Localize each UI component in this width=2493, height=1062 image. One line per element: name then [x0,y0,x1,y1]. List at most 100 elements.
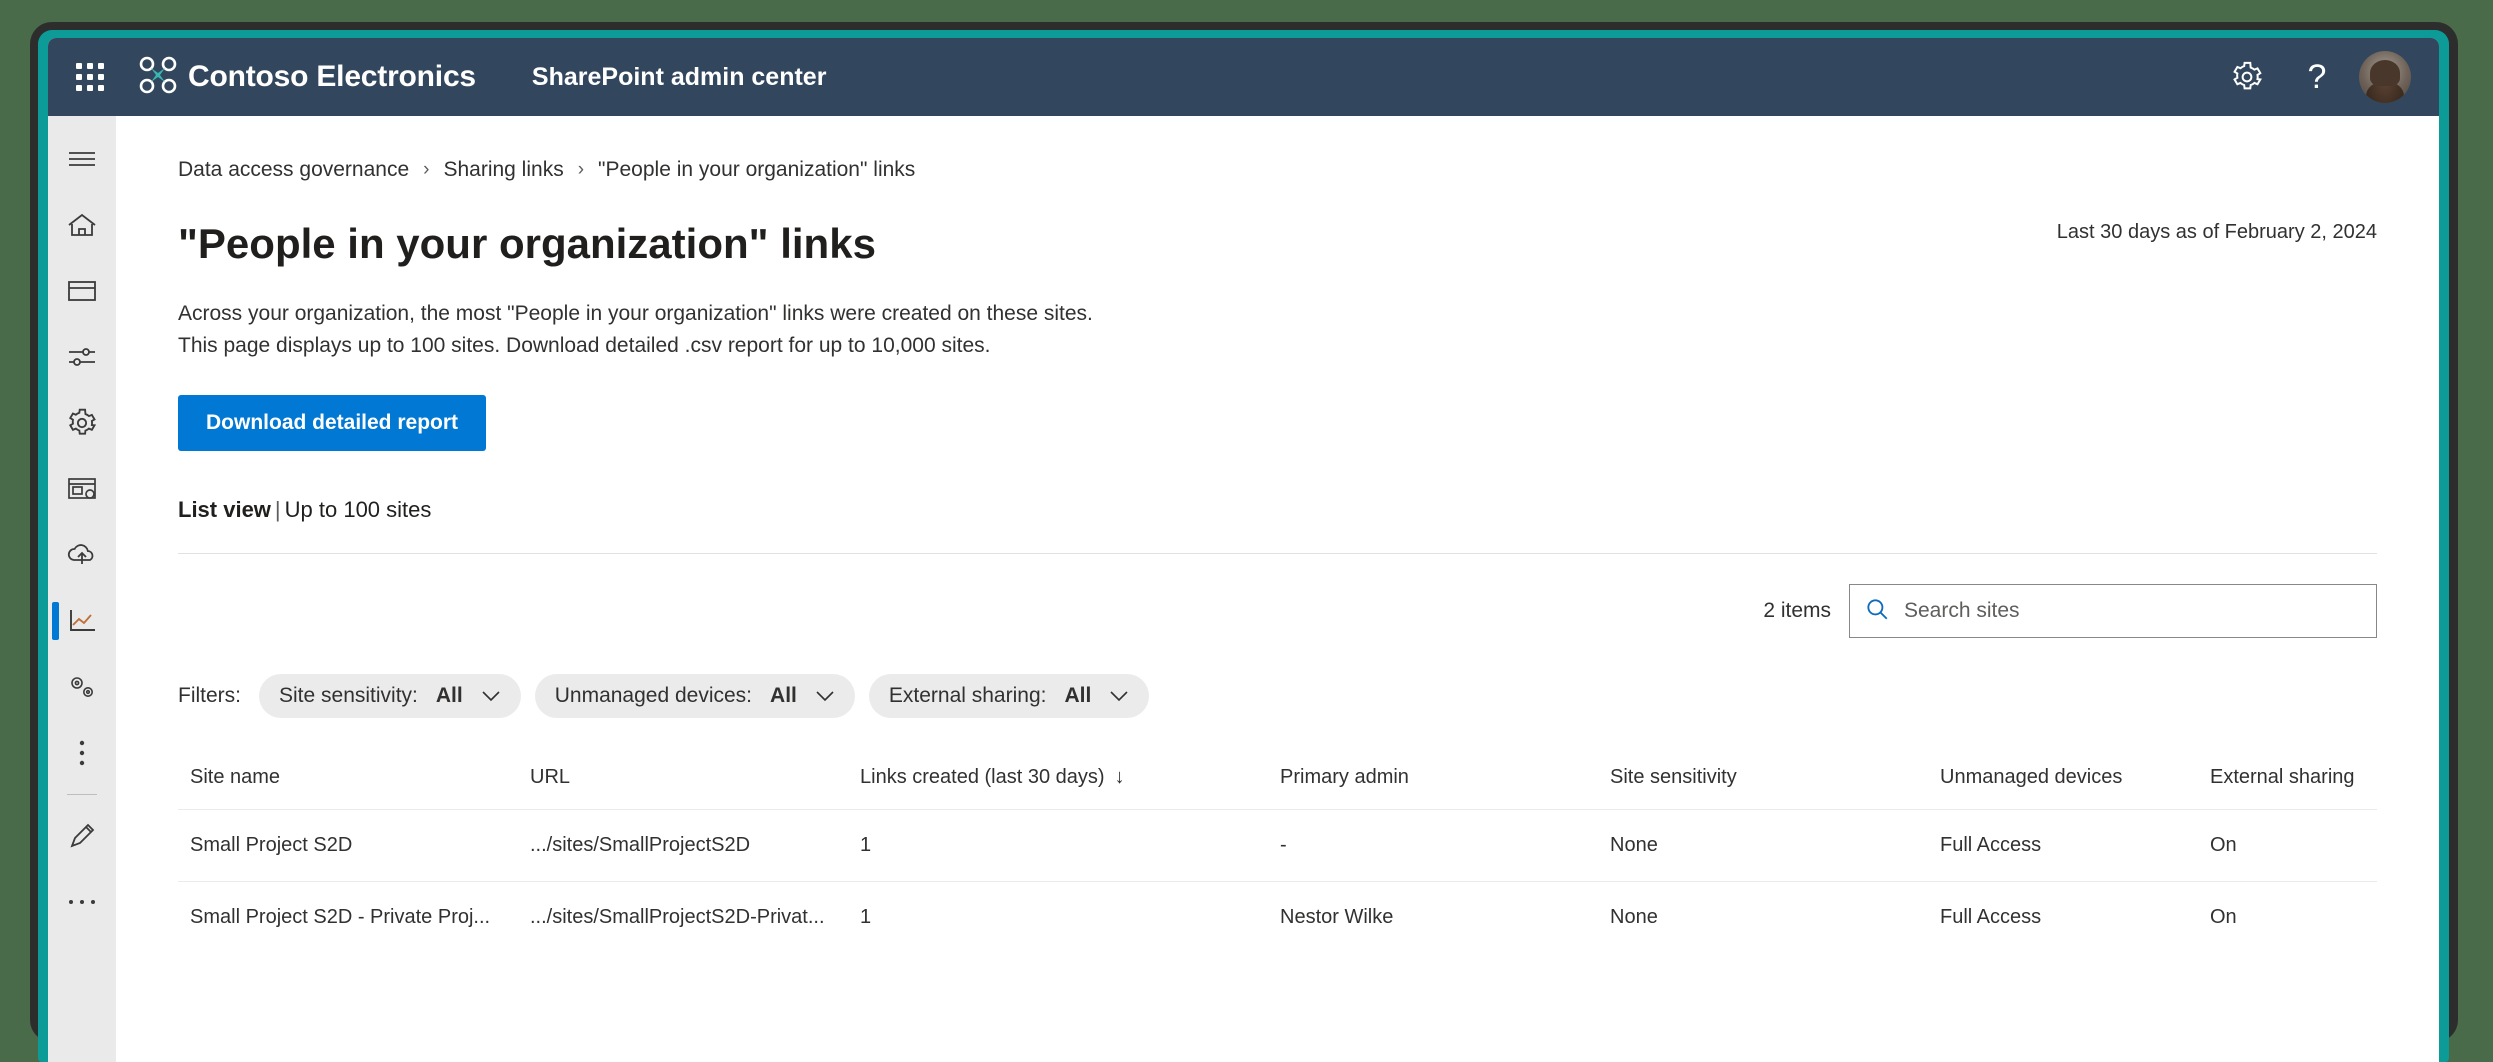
column-header-site-sensitivity[interactable]: Site sensitivity [1598,752,1928,810]
filter-site-sensitivity-value: All [436,684,463,708]
search-icon [1864,596,1890,627]
cell-primary-admin: Nestor Wilke [1268,882,1598,954]
sidebar-item-sites[interactable] [48,258,116,324]
rail-divider [67,794,97,795]
column-header-primary-admin[interactable]: Primary admin [1268,752,1598,810]
hamburger-menu-icon[interactable] [48,126,116,192]
window-icon [66,278,98,304]
sidebar-item-migration[interactable] [48,522,116,588]
page-gear-icon [66,475,98,503]
list-view-heading: List view|Up to 100 sites [178,497,2439,523]
list-view-separator: | [275,497,281,522]
filter-unmanaged-devices-value: All [770,684,797,708]
sidebar-item-more[interactable] [48,720,116,786]
horizontal-ellipsis-icon [67,897,97,907]
cell-external-sharing: On [2198,810,2377,882]
breadcrumb-chevron-icon: › [423,159,429,181]
search-input[interactable] [1902,598,2362,624]
suite-bar-actions: ? [2219,49,2439,105]
cell-primary-admin: - [1268,810,1598,882]
gear-icon [66,407,98,439]
sidebar-item-policies[interactable] [48,324,116,390]
cloud-upload-icon [65,542,99,568]
breadcrumb-item-current: "People in your organization" links [598,158,915,182]
contoso-drone-logo-icon [138,55,178,100]
column-header-site-name[interactable]: Site name [178,752,518,810]
cell-external-sharing: On [2198,882,2377,954]
chart-line-icon [66,607,98,635]
brand[interactable]: Contoso Electronics [138,55,476,100]
column-header-links-created-label: Links created (last 30 days) [860,766,1105,788]
cell-site-name: Small Project S2D [178,810,518,882]
brand-name: Contoso Electronics [188,60,476,94]
waffle-grid [76,63,104,91]
question-mark-icon[interactable]: ? [2289,49,2345,105]
chevron-down-icon [481,684,501,708]
sidebar-item-advanced[interactable] [48,654,116,720]
app-title: SharePoint admin center [532,63,827,92]
column-header-url[interactable]: URL [518,752,848,810]
filters-row: Filters: Site sensitivity: All Unmanaged… [178,674,2439,718]
filter-site-sensitivity[interactable]: Site sensitivity: All [259,674,521,718]
column-header-unmanaged-devices[interactable]: Unmanaged devices [1928,752,2198,810]
cell-links-created: 1 [848,882,1268,954]
left-navigation-rail [48,116,116,1062]
cell-unmanaged-devices: Full Access [1928,882,2198,954]
page-description: Across your organization, the most "Peop… [178,298,1378,361]
table-header-row: Site name URL Links created (last 30 day… [178,752,2377,810]
cell-site-name: Small Project S2D - Private Proj... [178,882,518,954]
sidebar-item-settings[interactable] [48,390,116,456]
sidebar-item-home[interactable] [48,192,116,258]
page-description-line-2: This page displays up to 100 sites. Down… [178,330,1378,362]
vertical-ellipsis-icon [77,738,87,768]
avatar[interactable] [2359,51,2411,103]
app-launcher-icon[interactable] [58,38,122,116]
breadcrumb-item-data-access-governance[interactable]: Data access governance [178,158,409,182]
chevron-down-icon [1109,684,1129,708]
app-window: Contoso Electronics SharePoint admin cen… [48,38,2439,1062]
filter-site-sensitivity-label: Site sensitivity: [279,684,418,708]
sidebar-item-customize[interactable] [48,803,116,869]
gear-icon[interactable] [2219,49,2275,105]
main-content: Data access governance › Sharing links ›… [116,116,2439,1062]
filters-label: Filters: [178,684,241,708]
column-header-links-created[interactable]: Links created (last 30 days) ↓ [848,752,1268,810]
chevron-down-icon [815,684,835,708]
download-detailed-report-button[interactable]: Download detailed report [178,395,486,451]
home-icon [66,210,98,240]
sidebar-item-reports[interactable] [48,588,116,654]
sites-table: Site name URL Links created (last 30 day… [178,752,2377,953]
filter-external-sharing-value: All [1064,684,1091,708]
filter-external-sharing-label: External sharing: [889,684,1047,708]
sort-descending-icon: ↓ [1115,766,1125,788]
suite-bar: Contoso Electronics SharePoint admin cen… [48,38,2439,116]
items-count: 2 items [1763,599,1831,623]
sidebar-item-overflow[interactable] [48,869,116,935]
column-header-external-sharing[interactable]: External sharing [2198,752,2377,810]
breadcrumb: Data access governance › Sharing links ›… [116,116,2439,182]
hamburger-glyph [67,147,97,171]
filter-external-sharing[interactable]: External sharing: All [869,674,1149,718]
cell-unmanaged-devices: Full Access [1928,810,2198,882]
sidebar-item-content-services[interactable] [48,456,116,522]
filter-unmanaged-devices[interactable]: Unmanaged devices: All [535,674,855,718]
table-row[interactable]: Small Project S2D - Private Proj... .../… [178,882,2377,954]
table-row[interactable]: Small Project S2D .../sites/SmallProject… [178,810,2377,882]
date-range-note: Last 30 days as of February 2, 2024 [2057,221,2377,244]
section-divider [178,553,2377,554]
page-description-line-1: Across your organization, the most "Peop… [178,298,1378,330]
breadcrumb-item-sharing-links[interactable]: Sharing links [443,158,563,182]
cell-links-created: 1 [848,810,1268,882]
search-row: 2 items [178,584,2377,638]
sliders-icon [66,344,98,370]
filter-unmanaged-devices-label: Unmanaged devices: [555,684,752,708]
help-glyph: ? [2308,60,2327,94]
list-view-note: Up to 100 sites [285,497,432,522]
list-view-label: List view [178,497,271,522]
pencil-icon [67,821,97,851]
search-box[interactable] [1849,584,2377,638]
gears-icon [65,673,99,701]
cell-url: .../sites/SmallProjectS2D [518,810,848,882]
cell-site-sensitivity: None [1598,810,1928,882]
cell-url: .../sites/SmallProjectS2D-Privat... [518,882,848,954]
